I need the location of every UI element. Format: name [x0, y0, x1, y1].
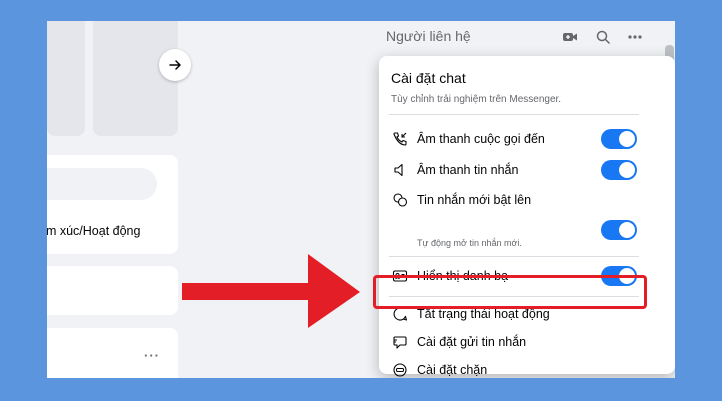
feed-post: ··· — [47, 328, 178, 378]
contacts-title: Người liên hệ — [386, 28, 471, 44]
message-popup-row[interactable]: Tin nhắn mới bật lên — [389, 187, 659, 213]
incoming-call-sound-label: Âm thanh cuộc gọi đến — [417, 132, 545, 146]
highlight-box — [373, 275, 647, 309]
menu-subtitle: Tùy chỉnh trải nghiệm trên Messenger. — [391, 94, 562, 105]
divider — [389, 114, 639, 115]
message-sound-label: Âm thanh tin nhắn — [417, 163, 519, 177]
search-icon[interactable] — [593, 27, 613, 47]
message-popup-toggle[interactable] — [601, 220, 637, 240]
toggle-knob — [619, 131, 635, 147]
post-composer: ảm xúc/Hoạt động — [47, 155, 178, 254]
composer-input[interactable] — [47, 168, 157, 200]
incoming-call-sound-toggle[interactable] — [601, 129, 637, 149]
next-stories-button[interactable] — [159, 49, 191, 81]
message-popup-note: Tự động mở tin nhắn mới. — [417, 238, 522, 248]
message-delivery-settings-row[interactable]: Cài đặt gửi tin nhắn — [389, 329, 659, 355]
block-settings-row[interactable]: Cài đặt chặn — [389, 357, 659, 378]
chat-bubbles-icon — [389, 189, 411, 211]
message-settings-icon — [389, 331, 411, 353]
story-card[interactable] — [47, 21, 85, 136]
menu-title: Cài đặt chat — [391, 70, 466, 86]
more-icon[interactable] — [625, 27, 645, 47]
phone-incoming-icon — [389, 128, 411, 150]
toggle-knob — [619, 222, 635, 238]
feed-card — [47, 266, 178, 315]
toggle-knob — [619, 162, 635, 178]
arrow-right-icon — [169, 60, 181, 70]
feeling-activity-button[interactable]: ảm xúc/Hoạt động — [47, 224, 140, 238]
red-arrow-annotation — [182, 254, 360, 328]
block-icon — [389, 359, 411, 378]
message-sound-toggle[interactable] — [601, 160, 637, 180]
speaker-icon — [389, 159, 411, 181]
chat-settings-menu: Cài đặt chat Tùy chỉnh trải nghiệm trên … — [379, 56, 675, 377]
turn-off-active-status-label: Tắt trạng thái hoạt động — [417, 307, 550, 321]
block-settings-label: Cài đặt chặn — [417, 363, 488, 377]
video-call-icon[interactable] — [560, 27, 580, 47]
post-more-button[interactable]: ··· — [144, 348, 160, 363]
message-popup-label: Tin nhắn mới bật lên — [417, 193, 532, 207]
message-delivery-settings-label: Cài đặt gửi tin nhắn — [417, 335, 527, 349]
divider — [389, 256, 639, 257]
story-card[interactable] — [93, 21, 178, 136]
